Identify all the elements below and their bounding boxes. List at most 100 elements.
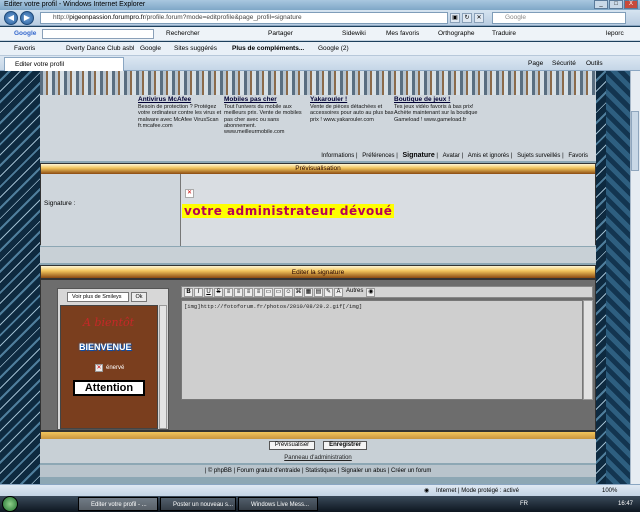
nav-favorites[interactable]: Favoris xyxy=(568,153,588,159)
ad-text: Vente de pièces détachées et accessoires… xyxy=(310,104,394,123)
smiley-icon[interactable]: ☺ xyxy=(284,287,293,297)
smiley-attention[interactable]: Attention xyxy=(73,380,145,396)
address-icons: ▣ ↻ ✕ xyxy=(450,13,484,23)
video-button[interactable]: ▭ xyxy=(274,287,283,297)
forward-button[interactable]: ▶ xyxy=(20,11,34,25)
textarea-scrollbar[interactable] xyxy=(583,300,593,400)
taskbar-item-ie[interactable]: Editer votre profil - ... xyxy=(78,497,158,511)
editor-toolbar: B I U S ≡ ≡ ≡ ≡ ▭ ▭ ☺ ⌘ ▦ ▤ ✎ A Autres ◉ xyxy=(181,286,593,298)
preview-panel: Prévisualisation Signature : ✕ votre adm… xyxy=(40,163,596,246)
minimize-button[interactable]: _ xyxy=(594,0,608,9)
nav-friends[interactable]: Amis et ignorés xyxy=(468,153,509,159)
favorite-item[interactable]: Sites suggérés xyxy=(174,42,217,56)
align-right-button[interactable]: ≡ xyxy=(244,287,253,297)
ad-block[interactable]: Antivirus McAfee Besoin de protection ? … xyxy=(138,96,222,129)
search-input[interactable]: Google xyxy=(492,12,626,24)
link-icon[interactable]: ⌘ xyxy=(294,287,303,297)
favorite-item[interactable]: Google (2) xyxy=(318,42,349,56)
refresh-icon[interactable]: ↻ xyxy=(462,13,472,23)
favorite-item[interactable]: Google xyxy=(140,42,161,56)
close-button[interactable]: X xyxy=(624,0,638,9)
ad-text: Tes jeux vidéo favoris à bas prix! Achèt… xyxy=(394,104,478,123)
nav-signature[interactable]: Signature xyxy=(402,152,434,159)
page-menu[interactable]: Page xyxy=(528,56,543,71)
nav-watched[interactable]: Sujets surveillés xyxy=(517,153,560,159)
maximize-button[interactable]: □ xyxy=(609,0,623,9)
strike-button[interactable]: S xyxy=(214,287,223,297)
start-button[interactable] xyxy=(2,496,18,512)
image-button[interactable]: ▭ xyxy=(264,287,273,297)
admin-panel-link[interactable]: Panneau d'administration xyxy=(40,453,596,463)
tab-row: Editer votre profil Page Sécurité Outils xyxy=(0,56,640,71)
ad-title[interactable]: Boutique de jeux ! xyxy=(394,96,478,103)
window-title: Editer votre profil - Windows Internet E… xyxy=(4,1,146,8)
account-button[interactable]: leporc xyxy=(606,27,624,41)
url-field[interactable]: http://pigeonpassion.forumpro.fr/profile… xyxy=(40,12,448,24)
form-buttons: Prévisualiser Enregistrer xyxy=(40,439,596,453)
ad-title[interactable]: Antivirus McAfee xyxy=(138,96,222,103)
smiley-bientot[interactable]: A bientôt xyxy=(83,316,134,329)
preview-content: ✕ votre administrateur dévoué xyxy=(181,174,595,246)
signature-textarea[interactable]: [img]http://fotoforum.fr/photos/2010/08/… xyxy=(181,300,583,400)
font-color-button[interactable]: A xyxy=(334,287,343,297)
taskbar-item-post[interactable]: Poster un nouveau s... xyxy=(160,497,236,511)
list-icon[interactable]: ▤ xyxy=(314,287,323,297)
back-button[interactable]: ◀ xyxy=(4,11,18,25)
share-button[interactable]: Partager xyxy=(268,27,293,41)
justify-button[interactable]: ≡ xyxy=(254,287,263,297)
edit-panel: Editer la signature Voir plus de Smileys… xyxy=(40,265,596,451)
nav-preferences[interactable]: Préférences xyxy=(362,153,394,159)
taskbar-item-messenger[interactable]: Windows Live Mess... xyxy=(238,497,318,511)
google-search-button[interactable]: Rechercher xyxy=(166,27,200,41)
sidewiki-button[interactable]: Sidewiki xyxy=(342,27,366,41)
tools-menu[interactable]: Outils xyxy=(586,56,603,71)
mode-toggle-icon[interactable]: ◉ xyxy=(366,287,376,297)
bookmarks-button[interactable]: Mes favoris xyxy=(386,27,419,41)
preview-button[interactable]: Prévisualiser xyxy=(268,441,316,450)
ad-text: Besoin de protection ? Protégez votre or… xyxy=(138,104,222,129)
underline-button[interactable]: U xyxy=(204,287,213,297)
ad-block[interactable]: Boutique de jeux ! Tes jeux vidéo favori… xyxy=(394,96,478,123)
smiley-select[interactable]: Voir plus de Smileys xyxy=(67,292,129,302)
edit-icon[interactable]: ✎ xyxy=(324,287,333,297)
signature-label: Signature : xyxy=(41,174,181,246)
nav-informations[interactable]: Informations xyxy=(321,153,354,159)
page-scrollbar-thumb[interactable] xyxy=(631,111,639,171)
security-menu[interactable]: Sécurité xyxy=(552,56,576,71)
ad-block[interactable]: Yakarouler ! Vente de pièces détachées e… xyxy=(310,96,394,123)
google-search-input[interactable] xyxy=(42,29,154,39)
favorite-item[interactable]: Dverty Dance Club asbl xyxy=(66,42,134,56)
translate-button[interactable]: Traduire xyxy=(492,27,516,41)
broken-image-icon: ✕ xyxy=(185,189,194,198)
google-logo: Google xyxy=(14,30,37,37)
italic-button[interactable]: I xyxy=(194,287,203,297)
spellcheck-button[interactable]: Orthographe xyxy=(438,27,475,41)
tab-active[interactable]: Editer votre profil xyxy=(4,57,124,71)
other-menu[interactable]: Autres xyxy=(344,288,365,297)
smiley-ok-button[interactable]: Ok xyxy=(131,292,147,302)
broken-image-icon: ✕ xyxy=(95,364,103,372)
window-titlebar: Editer votre profil - Windows Internet E… xyxy=(0,0,640,10)
stop-icon[interactable]: ✕ xyxy=(474,13,484,23)
language-indicator[interactable]: FR xyxy=(520,496,528,512)
favorites-button[interactable]: Favoris xyxy=(14,42,35,56)
clock[interactable]: 16:47 xyxy=(618,496,633,512)
smiley-enerve[interactable]: ✕ énervé xyxy=(95,364,124,372)
align-left-button[interactable]: ≡ xyxy=(224,287,233,297)
nav-avatar[interactable]: Avatar xyxy=(443,153,460,159)
bold-button[interactable]: B xyxy=(184,287,193,297)
align-center-button[interactable]: ≡ xyxy=(234,287,243,297)
forum-footer: | © phpBB | Forum gratuit d'entraide | S… xyxy=(40,465,596,477)
table-icon[interactable]: ▦ xyxy=(304,287,313,297)
save-button[interactable]: Enregistrer xyxy=(323,441,368,450)
ad-block[interactable]: Mobiles pas cher Tout l'univers du mobil… xyxy=(224,96,308,135)
lock-icon[interactable]: ▣ xyxy=(450,13,460,23)
ad-title[interactable]: Yakarouler ! xyxy=(310,96,394,103)
favorite-item[interactable]: Plus de compléments... xyxy=(232,42,304,56)
section-gap xyxy=(40,247,596,263)
window-controls: _ □ X xyxy=(594,0,638,9)
smiley-bienvenue[interactable]: BIENVENUE xyxy=(79,342,132,352)
ad-title[interactable]: Mobiles pas cher xyxy=(224,96,308,103)
edit-header: Editer la signature xyxy=(41,266,595,280)
smiley-scrollbar[interactable] xyxy=(159,305,167,429)
